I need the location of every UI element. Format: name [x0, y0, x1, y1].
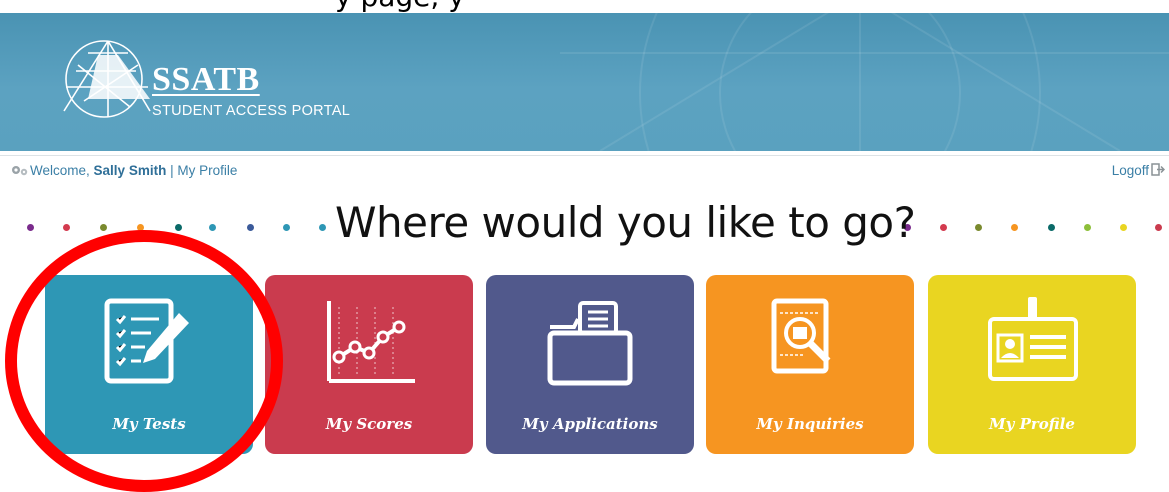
- decorative-dot: [975, 224, 982, 231]
- brand-subtitle: STUDENT ACCESS PORTAL: [152, 103, 351, 119]
- welcome-prefix: Welcome,: [30, 163, 90, 178]
- highlight-annotation-circle: [5, 230, 283, 492]
- decorative-dot: [100, 224, 107, 231]
- page-heading: Where would you like to go?: [335, 198, 916, 247]
- decorative-dot: [1048, 224, 1055, 231]
- decorative-dot: [1120, 224, 1127, 231]
- tile-my-profile[interactable]: My Profile: [928, 275, 1136, 454]
- folder-icon: [547, 301, 633, 386]
- decorative-dot: [1155, 224, 1162, 231]
- decorative-dot: [283, 224, 290, 231]
- decorative-dot: [247, 224, 254, 231]
- decorative-dot: [27, 224, 34, 231]
- brand-name: SSATB: [152, 61, 260, 98]
- tile-label: My Profile: [989, 415, 1075, 433]
- user-toolbar: Welcome, Sally Smith | My Profile Logoff: [0, 155, 1169, 186]
- tile-label: My Inquiries: [756, 415, 864, 433]
- separator: |: [170, 163, 174, 178]
- decorative-dot: [209, 224, 216, 231]
- header-banner: SSATB STUDENT ACCESS PORTAL: [0, 13, 1169, 151]
- line-chart-icon: [327, 301, 415, 383]
- gears-icon: [12, 166, 28, 176]
- id-badge-icon: [988, 297, 1078, 381]
- tile-label: My Applications: [522, 415, 658, 433]
- logoff-icon[interactable]: [1151, 163, 1165, 176]
- user-name: Sally Smith: [93, 163, 167, 178]
- tile-my-inquiries[interactable]: My Inquiries: [706, 275, 914, 454]
- my-profile-link[interactable]: My Profile: [177, 163, 237, 178]
- decorative-dot: [319, 224, 326, 231]
- decorative-dot: [1084, 224, 1091, 231]
- cropped-document-heading: y page, y: [0, 0, 1169, 13]
- tile-my-scores[interactable]: My Scores: [265, 275, 473, 454]
- tile-my-applications[interactable]: My Applications: [486, 275, 694, 454]
- welcome-message: Welcome, Sally Smith | My Profile: [30, 163, 237, 178]
- decorative-dot: [175, 224, 182, 231]
- decorative-dot: [63, 224, 70, 231]
- decorative-dot: [1011, 224, 1018, 231]
- tile-label: My Scores: [325, 415, 413, 433]
- magnifier-document-icon: [771, 298, 831, 374]
- decorative-dot: [940, 224, 947, 231]
- logoff-link[interactable]: Logoff: [1112, 163, 1149, 178]
- ssatb-logo-icon: [63, 40, 151, 118]
- cropped-heading-text: y page, y: [335, 0, 465, 13]
